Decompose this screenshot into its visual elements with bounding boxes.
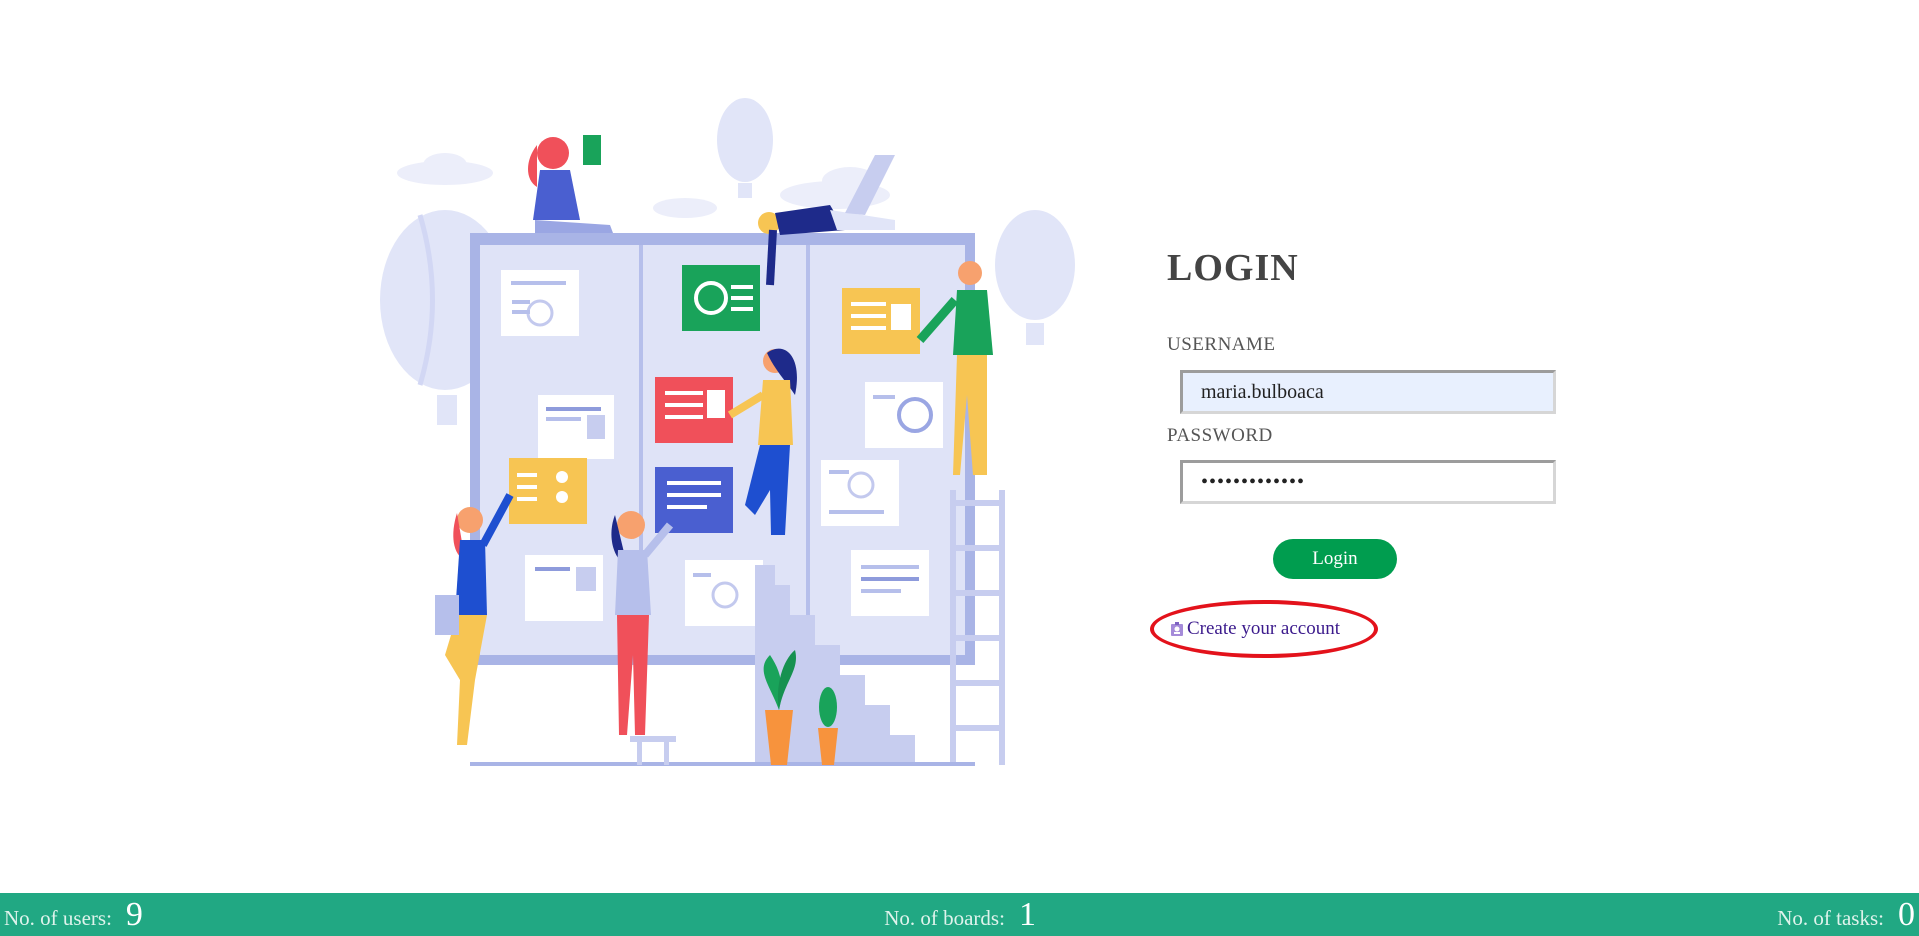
users-stat: No. of users: 9	[4, 896, 143, 934]
tasks-stat-label: No. of tasks:	[1777, 905, 1884, 930]
users-stat-label: No. of users:	[4, 905, 112, 930]
login-button[interactable]: Login	[1273, 539, 1397, 579]
boards-stat-label: No. of boards:	[884, 905, 1005, 930]
boards-stat: No. of boards: 1	[884, 896, 1036, 934]
stats-footer: No. of users: 9 No. of boards: 1 No. of …	[0, 893, 1919, 936]
tasks-stat-count: 0	[1897, 895, 1915, 933]
username-label: USERNAME	[1167, 334, 1276, 355]
team-board-illustration	[380, 98, 1075, 766]
add-user-icon	[1170, 621, 1184, 637]
users-stat-count: 9	[125, 895, 143, 933]
create-account-label: Create your account	[1187, 618, 1340, 639]
password-label: PASSWORD	[1167, 425, 1273, 446]
password-input[interactable]	[1180, 460, 1556, 504]
tasks-stat: No. of tasks: 0	[1777, 896, 1915, 934]
login-title: LOGIN	[1167, 247, 1299, 289]
boards-stat-count: 1	[1018, 895, 1036, 933]
username-input[interactable]	[1180, 370, 1556, 414]
create-account-link[interactable]: Create your account	[1170, 618, 1340, 640]
